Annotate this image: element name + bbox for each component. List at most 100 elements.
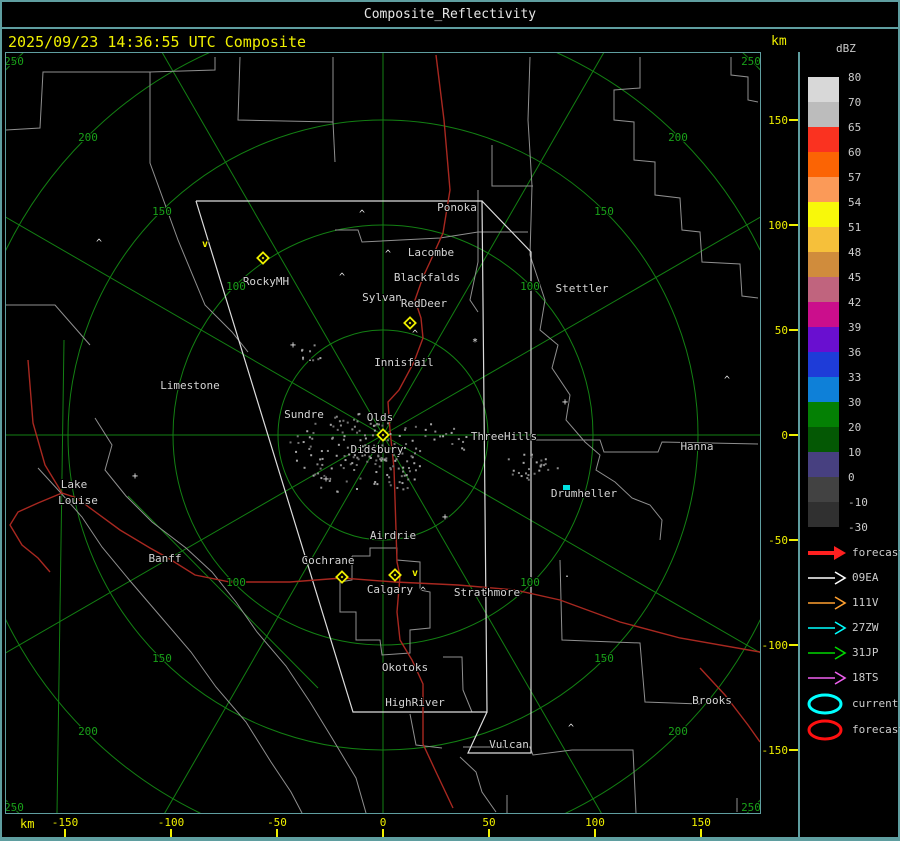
echo-speckle: [345, 480, 348, 483]
echo-speckle: [463, 448, 466, 451]
map-canvas[interactable]: Ponoka Lacombe Blackfalds Sylvan RedDeer Rock…: [0, 0, 900, 841]
bottom-axis-tick-label: 100: [585, 816, 605, 829]
echo-speckle: [388, 476, 391, 479]
echo-speckle: [376, 483, 379, 486]
city-label: Sundre: [284, 408, 324, 421]
echo-speckle: [527, 478, 530, 481]
echo-speckle: [339, 424, 342, 427]
range-ring-label: 250: [6, 55, 24, 68]
echo-speckle: [351, 428, 354, 431]
point-marker: +: [442, 512, 448, 523]
echo-speckle: [356, 431, 359, 434]
echo-speckle: [544, 458, 547, 461]
storm-vector-marker: v: [202, 239, 208, 250]
echo-speckle: [336, 428, 339, 431]
right-axis-tick-label: 150: [768, 114, 788, 127]
legend-ellipse-icon: [807, 693, 843, 715]
echo-speckle: [385, 457, 388, 460]
echo-speckle: [335, 454, 338, 457]
colorbar-swatch: [808, 402, 839, 427]
legend-label: current: [852, 697, 899, 710]
echo-speckle: [414, 452, 417, 455]
boundary-line: [5, 304, 91, 346]
range-ring-label: 100: [520, 576, 540, 589]
echo-speckle: [398, 481, 401, 484]
colorbar-swatch: [808, 77, 839, 102]
colorbar-label: 39: [848, 321, 862, 334]
echo-speckle: [451, 443, 454, 446]
range-ring-label: 100: [226, 576, 246, 589]
echo-speckle: [533, 472, 536, 475]
city-label: Okotoks: [382, 661, 428, 674]
colorbar-swatch: [808, 202, 839, 227]
point-marker: ^: [412, 329, 418, 340]
window-title: Composite_Reflectivity: [363, 7, 537, 22]
boundary-line: [491, 145, 533, 187]
colorbar-swatch: [808, 177, 839, 202]
bottom-axis-tick: [64, 829, 66, 837]
echo-speckle: [314, 473, 317, 476]
echo-speckle: [296, 435, 299, 438]
echo-speckle: [389, 433, 392, 436]
colorbar-label: 48: [848, 246, 862, 259]
highway-line: [9, 492, 63, 573]
boundary-line: [443, 656, 473, 713]
colorbar-label: 0: [848, 471, 855, 484]
echo-speckle: [442, 435, 445, 438]
km-unit-top: km: [771, 34, 787, 49]
panel-divider: [798, 52, 800, 837]
range-ring-label: 150: [152, 205, 172, 218]
point-marker: ^: [724, 375, 730, 386]
echo-speckle: [338, 420, 341, 423]
echo-speckle: [301, 349, 304, 352]
colorbar-swatch: [808, 477, 839, 502]
point-marker: ^: [339, 272, 345, 283]
echo-speckle: [389, 484, 392, 487]
echo-speckle: [403, 446, 406, 449]
echo-speckle: [352, 456, 355, 459]
colorbar-swatch: [808, 152, 839, 177]
boundary-line: [332, 121, 336, 163]
echo-speckle: [356, 420, 359, 423]
bottom-axis-tick-label: -150: [51, 816, 79, 829]
radar-site-diamond-icon: [256, 251, 270, 265]
radial-line: [148, 434, 384, 841]
colorbar-label: 10: [848, 446, 862, 459]
echo-speckle: [540, 463, 543, 466]
echo-speckle: [547, 468, 550, 471]
echo-speckle: [402, 466, 405, 469]
echo-speckle: [302, 441, 305, 444]
echo-speckle: [303, 466, 306, 469]
city-label: Hanna: [680, 440, 713, 453]
echo-speckle: [336, 490, 339, 493]
colorbar-label: 65: [848, 121, 862, 134]
echo-speckle: [295, 459, 298, 462]
legend-label: 111V: [852, 596, 879, 609]
city-label: Limestone: [160, 379, 220, 392]
point-marker: +: [290, 340, 296, 351]
bottom-axis-tick: [382, 829, 384, 837]
echo-speckle: [378, 465, 381, 468]
echo-speckle: [343, 455, 346, 458]
colorbar-label: 30: [848, 396, 862, 409]
colorbar-label: 54: [848, 196, 862, 209]
echo-speckle: [308, 436, 311, 439]
echo-speckle: [329, 423, 332, 426]
right-axis-tick-label: 0: [781, 429, 788, 442]
city-label: Strathmore: [454, 586, 520, 599]
bottom-axis-tick-label: 50: [482, 816, 496, 829]
bottom-axis-tick: [594, 829, 596, 837]
right-axis-tick-label: -50: [768, 534, 788, 547]
colorbar-label: 45: [848, 271, 862, 284]
range-ring-label: 150: [594, 205, 614, 218]
radial-line: [131, 0, 384, 436]
point-marker: +: [323, 474, 329, 485]
radar-app-window: { "window": { "title": "Composite_Reflec…: [0, 0, 900, 841]
echo-speckle: [320, 450, 323, 453]
echo-speckle: [512, 469, 515, 472]
legend-label: forecast: [852, 546, 900, 559]
boundary-line: [559, 559, 701, 705]
echo-speckle: [342, 419, 345, 422]
echo-speckle: [319, 458, 322, 461]
radial-line: [382, 154, 869, 436]
